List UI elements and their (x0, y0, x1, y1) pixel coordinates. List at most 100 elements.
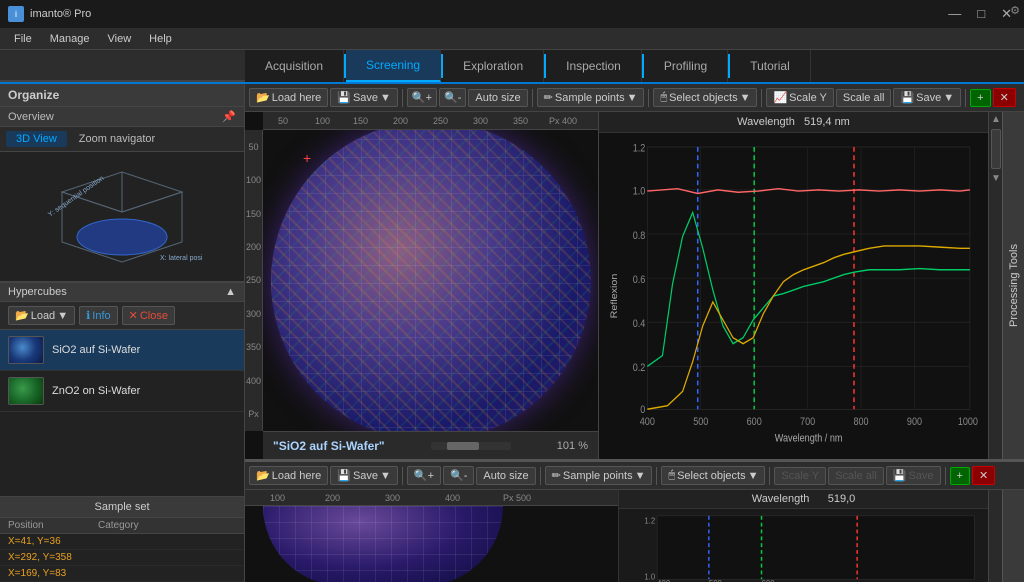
tab-tutorial[interactable]: Tutorial (730, 50, 811, 82)
table-row[interactable]: X=169, Y=83 (0, 566, 244, 582)
select-objects-button[interactable]: 🖱 Select objects ▼ (653, 88, 757, 107)
bottom-chart-area[interactable]: 1.2 1.0 400 500 600 (619, 509, 988, 582)
bottom-v-scrollbar[interactable] (988, 490, 1002, 582)
auto-size-button[interactable]: Auto size (468, 89, 527, 107)
overview-label: Overview (8, 111, 54, 123)
organize-label: Organize (8, 88, 59, 102)
chart-svg: 1.2 1.0 0.8 0.6 0.4 0.2 0 400 500 600 70… (607, 141, 980, 451)
scroll-down-button[interactable]: ▼ (989, 171, 1002, 186)
svg-text:500: 500 (693, 416, 709, 428)
svg-text:Reflexion: Reflexion (610, 274, 620, 319)
bottom-auto-size-button[interactable]: Auto size (476, 467, 535, 485)
scroll-thumb[interactable] (991, 129, 1001, 169)
scroll-up-button[interactable]: ▲ (989, 112, 1002, 127)
svg-text:X: lateral position: X: lateral position (160, 255, 202, 262)
view-tabs: 3D View Zoom navigator ⚙ (0, 127, 244, 152)
bottom-zoom-in[interactable]: 🔍+ (407, 466, 441, 485)
close-cube-button[interactable]: ✕ Close (122, 306, 175, 325)
svg-text:700: 700 (800, 416, 816, 428)
bottom-scale-y-button[interactable]: Scale Y (774, 467, 826, 485)
bottom-image-panel: 100 200 300 400 Px 500 (245, 490, 618, 582)
bottom-sep-3 (656, 467, 657, 485)
load-here-icon: 📂 (256, 91, 270, 104)
bottom-processing-tab[interactable] (1002, 490, 1024, 582)
cube-list: SiO2 auf Si-Wafer ZnO2 on Si-Wafer (0, 330, 244, 496)
expand-icon[interactable]: ▲ (225, 286, 236, 298)
menu-help[interactable]: Help (141, 31, 180, 47)
cube-item-1[interactable]: SiO2 auf Si-Wafer (0, 330, 244, 371)
bottom-sep-2 (540, 467, 541, 485)
wafer-colors (271, 130, 591, 431)
tab-screening[interactable]: Screening (346, 50, 441, 82)
bottom-save-arrow: ▼ (380, 470, 391, 482)
bottom-sample-points-button[interactable]: ✏ Sample points ▼ (545, 466, 653, 485)
maximize-button[interactable]: □ (973, 6, 989, 22)
window-controls[interactable]: — □ ✕ (944, 6, 1016, 22)
toolbar-sep-1 (402, 89, 403, 107)
bottom-scale-all-button[interactable]: Scale all (828, 467, 884, 485)
menu-manage[interactable]: Manage (42, 31, 98, 47)
toolbar-sep-4 (761, 89, 762, 107)
tab-exploration[interactable]: Exploration (443, 50, 544, 82)
svg-text:1.0: 1.0 (633, 186, 646, 198)
save2-button[interactable]: 💾 Save ▼ (893, 88, 961, 107)
wafer-area[interactable]: + (263, 130, 598, 431)
pos-3: X=169, Y=83 (8, 568, 98, 579)
bottom-load-icon: 📂 (256, 469, 270, 482)
bottom-save-button[interactable]: 💾 Save ▼ (330, 466, 398, 485)
bottom-remove-button[interactable]: ✕ (972, 466, 995, 485)
menu-file[interactable]: File (6, 31, 40, 47)
auto-size-label: Auto size (475, 92, 520, 104)
remove-button[interactable]: ✕ (993, 88, 1016, 107)
ruler-vertical: 50 100 150 200 250 300 350 400 Px (245, 130, 263, 431)
save2-arrow-icon: ▼ (943, 92, 954, 104)
bottom-add-button[interactable]: + (950, 467, 970, 485)
cube-item-2[interactable]: ZnO2 on Si-Wafer (0, 371, 244, 412)
toolbar-sep-3 (648, 89, 649, 107)
tab-zoom-navigator[interactable]: Zoom navigator (69, 131, 165, 147)
bottom-save2-button[interactable]: 💾 Save (886, 466, 941, 485)
load-here-label: Load here (272, 92, 322, 104)
title-bar: i imanto® Pro — □ ✕ (0, 0, 1024, 28)
app-title: imanto® Pro (30, 8, 91, 20)
tab-acquisition[interactable]: Acquisition (245, 50, 344, 82)
split-view: 50 100 150 200 250 300 350 Px 400 50 100… (245, 112, 1024, 582)
bottom-select-objects-button[interactable]: 🖱 Select objects ▼ (661, 466, 765, 485)
svg-text:Wavelength / nm: Wavelength / nm (775, 433, 843, 445)
sample-points-button[interactable]: ✏ Sample points ▼ (537, 88, 645, 107)
scale-y-button[interactable]: 📈 Scale Y (766, 88, 833, 107)
add-button[interactable]: + (970, 89, 990, 107)
processing-tools-label: Processing Tools (1004, 236, 1024, 335)
load-here-button[interactable]: 📂 Load here (249, 88, 328, 107)
zoom-in-button[interactable]: 🔍+ (407, 88, 437, 107)
cube-label-1: SiO2 auf Si-Wafer (52, 344, 140, 356)
minimize-button[interactable]: — (944, 6, 965, 22)
tab-3d-view[interactable]: 3D View (6, 131, 67, 147)
tab-inspection[interactable]: Inspection (546, 50, 642, 82)
processing-tools-tab[interactable]: Processing Tools (1002, 112, 1024, 459)
zoom-out-button[interactable]: 🔍- (439, 88, 466, 107)
scale-all-button[interactable]: Scale all (836, 89, 892, 107)
info-button[interactable]: ℹ Info (79, 306, 118, 325)
bottom-zoom-out[interactable]: 🔍- (443, 466, 474, 485)
h-scrollbar[interactable] (431, 442, 511, 450)
load-button[interactable]: 📂 Load ▼ (8, 306, 75, 325)
bottom-ruler-h: 100 200 300 400 Px 500 (245, 490, 618, 506)
v-scrollbar[interactable]: ▲ ▼ (988, 112, 1002, 459)
table-row[interactable]: X=292, Y=358 (0, 550, 244, 566)
bottom-sep-5 (945, 467, 946, 485)
svg-text:800: 800 (853, 416, 869, 428)
bottom-save-label: Save (353, 470, 378, 482)
nav-spacer (0, 50, 245, 82)
bottom-load-here-button[interactable]: 📂 Load here (249, 466, 328, 485)
table-row[interactable]: X=41, Y=36 (0, 534, 244, 550)
sample-points-arrow: ▼ (627, 92, 638, 104)
bottom-scale-y-label: Scale Y (781, 470, 819, 482)
chart-area[interactable]: 1.2 1.0 0.8 0.6 0.4 0.2 0 400 500 600 70… (599, 133, 988, 459)
bottom-select-label: Select objects (677, 470, 745, 482)
load-arrow: ▼ (57, 310, 68, 322)
gear-icon[interactable]: ⚙ (1010, 4, 1020, 17)
tab-profiling[interactable]: Profiling (644, 50, 728, 82)
menu-view[interactable]: View (100, 31, 140, 47)
save-button[interactable]: 💾 Save ▼ (330, 88, 398, 107)
